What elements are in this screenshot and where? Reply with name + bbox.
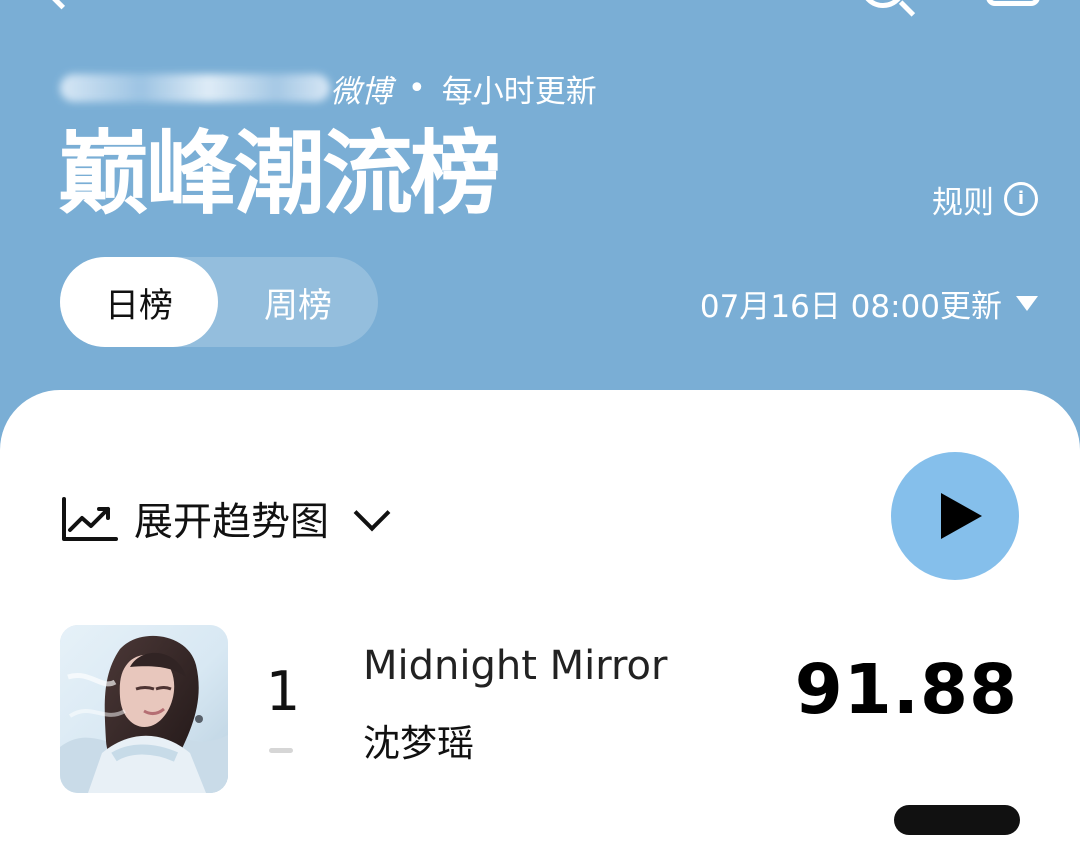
rank-change-indicator bbox=[269, 748, 293, 753]
album-cover[interactable] bbox=[60, 625, 228, 793]
update-frequency: 每小时更新 bbox=[441, 73, 597, 110]
back-icon[interactable] bbox=[39, 0, 84, 10]
artist-name[interactable]: 沈梦瑶 bbox=[363, 719, 474, 769]
source-name: 微博 bbox=[330, 73, 392, 110]
expand-trend-button[interactable]: 展开趋势图 bbox=[60, 489, 391, 549]
info-icon: i bbox=[1004, 182, 1038, 216]
caret-down-icon bbox=[1016, 295, 1038, 311]
rules-button[interactable]: 规则 i bbox=[932, 176, 1038, 222]
ranking-panel: 展开趋势图 1 Midnight Mirror 沈梦瑶 91.88 bbox=[0, 390, 1080, 860]
play-icon bbox=[940, 493, 982, 539]
play-all-button[interactable] bbox=[891, 452, 1019, 580]
source-line: 微博 • 每小时更新 bbox=[60, 66, 597, 110]
rank-number: 1 bbox=[265, 660, 301, 723]
ranking-row[interactable]: 1 Midnight Mirror 沈梦瑶 91.88 bbox=[0, 625, 1080, 795]
chart-title: 巅峰潮流榜 bbox=[58, 122, 501, 227]
song-score: 91.88 bbox=[794, 650, 1018, 730]
top-navigation-bar bbox=[0, 0, 1080, 24]
song-title[interactable]: Midnight Mirror bbox=[363, 640, 667, 692]
trend-icon bbox=[62, 497, 118, 541]
blurred-brand-mark bbox=[60, 74, 330, 102]
tab-weekly[interactable]: 周榜 bbox=[218, 257, 378, 347]
trend-label: 展开趋势图 bbox=[134, 500, 330, 545]
album-cover-artwork bbox=[60, 625, 228, 793]
update-time-label: 07月16日 08:00更新 bbox=[699, 288, 1002, 325]
tab-daily[interactable]: 日榜 bbox=[60, 257, 218, 347]
menu-icon[interactable] bbox=[986, 0, 1040, 6]
search-icon[interactable] bbox=[860, 0, 906, 8]
chevron-down-icon bbox=[353, 494, 391, 532]
update-time-selector[interactable]: 07月16日 08:00更新 bbox=[700, 280, 1038, 326]
ranking-period-tabs: 日榜 周榜 bbox=[60, 257, 378, 347]
source-separator: • bbox=[408, 70, 426, 106]
rules-label: 规则 bbox=[932, 184, 994, 221]
